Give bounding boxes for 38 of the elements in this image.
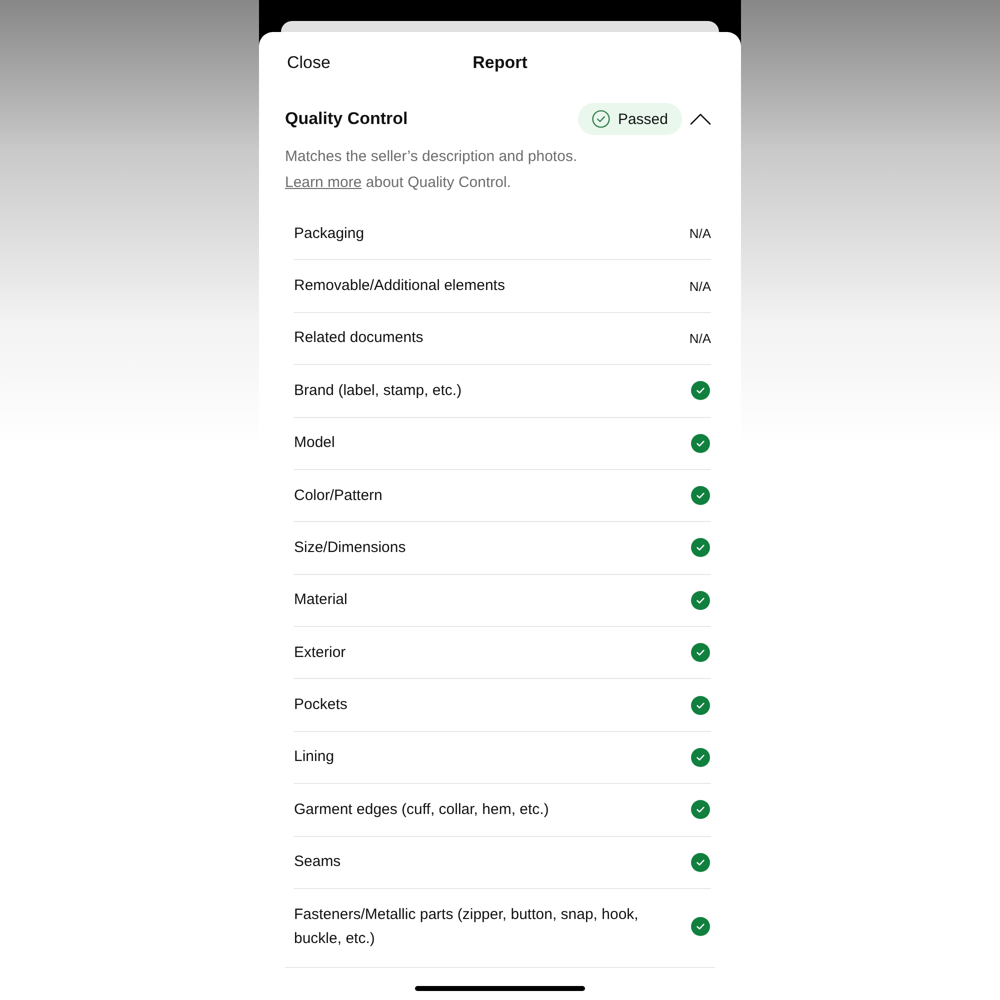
section-title: Quality Control	[285, 109, 408, 129]
learn-more-link[interactable]: Learn more	[285, 174, 362, 191]
check-item-label: Pockets	[294, 695, 348, 716]
check-item-label: Brand (label, stamp, etc.)	[294, 380, 462, 401]
check-item-label: Related documents	[294, 328, 424, 348]
check-item-label: Material	[294, 590, 348, 610]
description-text: Matches the seller’s description and photos.	[284, 147, 578, 167]
check-item-label: Exterior	[294, 642, 346, 663]
check-item-label: Lining	[294, 747, 334, 768]
passed-check-icon	[691, 590, 710, 610]
passed-badge: Passed	[578, 103, 682, 135]
passed-check-icon	[691, 434, 710, 453]
close-button[interactable]: Close	[287, 53, 330, 73]
collapse-toggle[interactable]	[690, 112, 711, 126]
chevron-up-icon	[690, 112, 711, 126]
passed-check-icon	[691, 800, 710, 820]
check-circle-icon	[592, 110, 610, 128]
passed-check-icon	[691, 381, 710, 400]
item-value: N/A	[689, 330, 711, 346]
check-item-label: Removable/Additional elements	[294, 276, 505, 296]
check-item-label: Packaging	[294, 224, 364, 244]
passed-check-icon	[691, 696, 710, 715]
check-item-label: Garment edges (cuff, collar, hem, etc.)	[294, 800, 549, 820]
learn-more-sentence: Learn more about Quality Control.	[284, 173, 512, 193]
check-item-label: Color/Pattern	[294, 486, 382, 506]
check-item-label: Fasteners/Metallic parts (zipper, button, snap, hook, buckle, etc.)	[294, 904, 640, 949]
check-item-label: Model	[294, 433, 335, 454]
check-item-label: Seams	[294, 852, 341, 872]
check-item-label: Size/Dimensions	[294, 538, 406, 558]
sheet-title: Report	[472, 53, 528, 73]
item-value: N/A	[689, 226, 711, 242]
passed-check-icon	[691, 748, 710, 767]
item-value: N/A	[689, 278, 711, 294]
passed-check-icon	[691, 852, 710, 872]
passed-check-icon	[691, 538, 710, 558]
passed-check-icon	[691, 917, 710, 936]
passed-check-icon	[691, 486, 710, 506]
passed-check-icon	[691, 643, 710, 662]
